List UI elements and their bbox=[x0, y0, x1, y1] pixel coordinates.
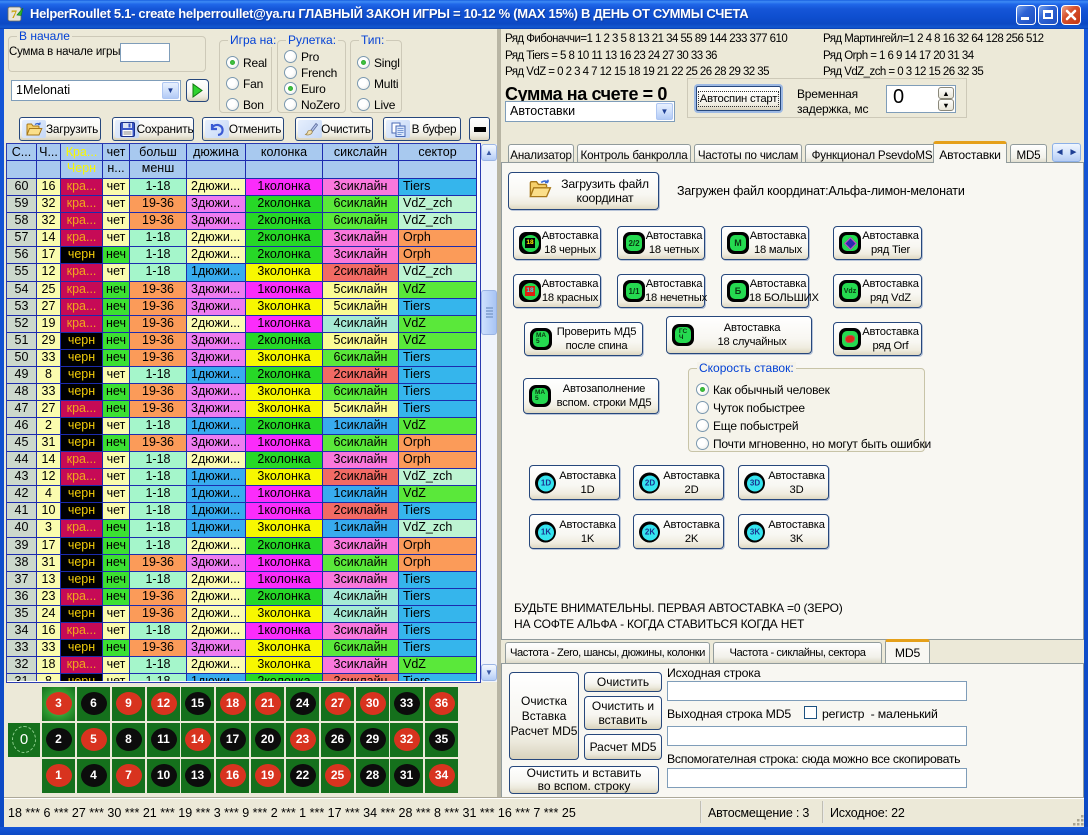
svg-text:7: 7 bbox=[11, 7, 17, 21]
